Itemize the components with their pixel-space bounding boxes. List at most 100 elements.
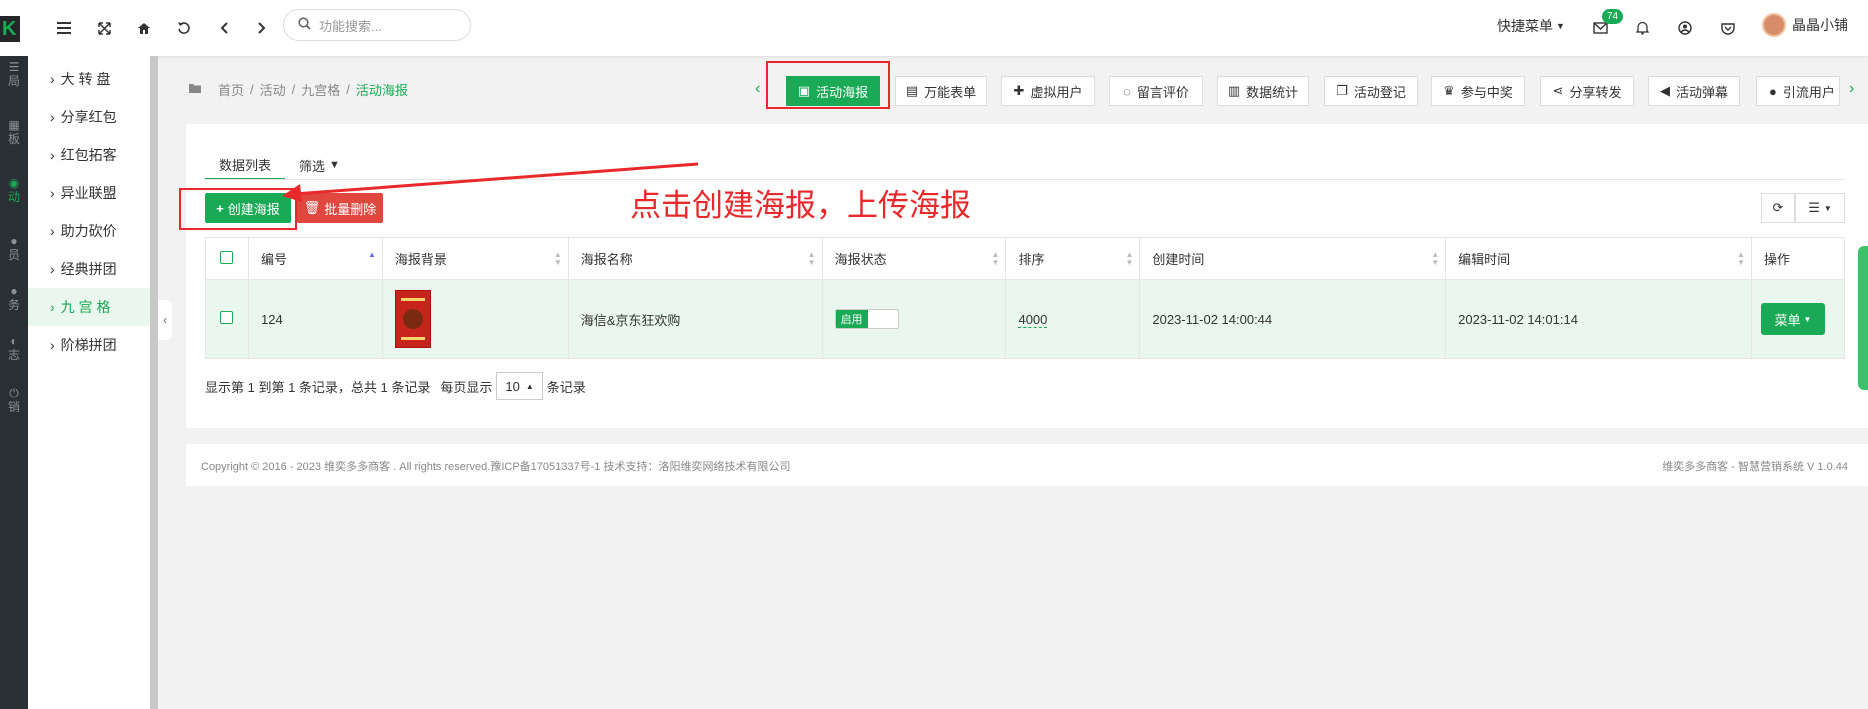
- fullscreen-icon[interactable]: [92, 16, 116, 40]
- hamburger-menu-icon[interactable]: [52, 16, 76, 40]
- sort-asc-icon: ▲: [367, 250, 376, 259]
- sidebar-item-icon: ◐: [10, 334, 18, 348]
- sort-icon: ▲ ▼: [991, 250, 1000, 267]
- submenu-item-bargain[interactable]: › 助力砍价: [28, 212, 158, 250]
- chevron-left-icon: ‹: [163, 313, 167, 327]
- submenu-item-group-buy[interactable]: › 经典拼团: [28, 250, 158, 288]
- submenu-item-ladder-group[interactable]: › 阶梯拼团: [28, 326, 158, 364]
- cell-name: 海信&京东狂欢购: [567, 279, 823, 359]
- column-header-edited[interactable]: 编辑时间 ▲ ▼: [1445, 237, 1752, 280]
- column-header-id[interactable]: 编号 ▲: [247, 237, 383, 280]
- sidebar-item-board[interactable]: ▦ 板: [0, 118, 28, 146]
- breadcrumb: 首页 / 活动 / 九宫格 / 活动海报: [188, 80, 408, 99]
- cell-actions: 菜单 ▼: [1750, 279, 1846, 359]
- submenu-scrollbar[interactable]: [150, 56, 158, 709]
- row-menu-button[interactable]: 菜单 ▼: [1760, 303, 1825, 335]
- breadcrumb-separator: /: [346, 82, 350, 97]
- sidebar-item-service[interactable]: ● 务: [0, 284, 28, 312]
- comments-icon: ◌: [1123, 83, 1131, 99]
- cell-sort: 4000: [1005, 279, 1141, 359]
- side-pull-tab[interactable]: [1858, 246, 1868, 390]
- folder-icon: [188, 82, 202, 97]
- collapse-sidebar-button[interactable]: ‹: [158, 300, 172, 340]
- pocket-icon[interactable]: [1716, 16, 1740, 40]
- table-header-row: 编号 ▲ 海报背景 ▲ ▼ 海报名称 ▲ ▼ 海报状态 ▲ ▼ 排序 ▲ ▼ 创建时间 ▲ ▼ 编辑时…: [205, 237, 1846, 280]
- function-search-input[interactable]: 功能搜索...: [283, 9, 471, 41]
- sidebar-item-icon: ●: [10, 284, 18, 298]
- column-header-created[interactable]: 创建时间 ▲ ▼: [1139, 237, 1447, 280]
- column-header-name[interactable]: 海报名称 ▲ ▼: [567, 237, 823, 280]
- submenu-item-redpack-expand[interactable]: › 红包拓客: [28, 136, 158, 174]
- tab-data-list[interactable]: 数据列表: [205, 150, 286, 180]
- poster-thumbnail[interactable]: [394, 290, 431, 348]
- home-icon[interactable]: [132, 16, 156, 40]
- pagination-summary: 显示第 1 到第 1 条记录，总共 1 条记录: [205, 379, 431, 395]
- columns-toggle-button[interactable]: ☰ ▼: [1795, 193, 1845, 223]
- submenu-item-share-redpack[interactable]: › 分享红包: [28, 98, 158, 136]
- tab-universal-form[interactable]: ▤ 万能表单: [895, 76, 987, 106]
- back-icon[interactable]: [212, 16, 236, 40]
- breadcrumb-separator: /: [250, 82, 254, 97]
- users-icon: ●: [1769, 83, 1777, 99]
- sort-value-editable[interactable]: 4000: [1018, 311, 1048, 328]
- select-all-cell: [205, 237, 249, 280]
- tab-winners[interactable]: ♛ 参与中奖: [1431, 76, 1525, 106]
- caret-down-icon: ▼: [1803, 314, 1812, 324]
- submenu-item-alliance[interactable]: › 异业联盟: [28, 174, 158, 212]
- sidebar-item-icon: ▦: [8, 118, 20, 132]
- column-header-sort[interactable]: 排序 ▲ ▼: [1005, 237, 1141, 280]
- caret-down-icon: ▼: [1823, 203, 1832, 213]
- sidebar-item-marketing[interactable]: ⏻ 销: [0, 386, 28, 414]
- tabs-scroll-left-icon[interactable]: ‹: [755, 80, 760, 98]
- breadcrumb-nine-grid[interactable]: 九宫格: [301, 80, 340, 99]
- activity-submenu: › 大 转 盘 › 分享红包 › 红包拓客 › 异业联盟 › 助力砍价 › 经典拼团 › 九 …: [28, 56, 158, 709]
- sidebar-item-icon: ⏻: [9, 386, 19, 400]
- tab-statistics[interactable]: ▥ 数据统计: [1217, 76, 1309, 106]
- bell-icon[interactable]: [1630, 16, 1654, 40]
- sidebar-item-activity[interactable]: ◉ 动: [0, 176, 28, 204]
- submenu-item-nine-grid[interactable]: › 九 宫 格: [28, 288, 158, 326]
- forward-icon[interactable]: [250, 16, 274, 40]
- quick-menu-dropdown[interactable]: 快捷菜单 ▼: [1497, 16, 1565, 36]
- file-text-icon: ▤: [905, 83, 919, 98]
- caret-up-icon: ▲: [525, 381, 534, 391]
- sidebar-item-layout[interactable]: ☰ 局: [0, 60, 28, 88]
- table-row: 124 海信&京东狂欢购 启用 4000 2023-11-02 14:00:44…: [205, 279, 1846, 359]
- per-page-select[interactable]: 10 ▲: [496, 372, 543, 400]
- chevron-right-icon: ›: [50, 337, 55, 353]
- cell-created: 2023-11-02 14:00:44: [1139, 279, 1447, 359]
- column-header-background[interactable]: 海报背景 ▲ ▼: [381, 237, 569, 280]
- caret-down-icon: ▼: [1556, 21, 1565, 31]
- cell-background: [381, 279, 569, 359]
- primary-sidebar: ☰ 局 ▦ 板 ◉ 动 ● 员 ● 务 ◐ 志 ⏻ 销: [0, 56, 28, 709]
- submenu-item-wheel[interactable]: › 大 转 盘: [28, 60, 158, 98]
- user-profile-menu[interactable]: 晶晶小铺: [1762, 13, 1848, 37]
- tab-comments[interactable]: ◌ 留言评价: [1109, 76, 1203, 106]
- footer-version: 维奕多多商客 - 智慧营销系统 V 1.0.44: [1662, 461, 1848, 473]
- tab-share[interactable]: ⋖ 分享转发: [1540, 76, 1634, 106]
- tab-virtual-users[interactable]: ✚ 虚拟用户: [1001, 76, 1095, 106]
- select-all-checkbox[interactable]: [220, 250, 234, 264]
- column-header-status[interactable]: 海报状态 ▲ ▼: [821, 237, 1007, 280]
- sort-icon: ▲ ▼: [807, 250, 816, 267]
- refresh-icon[interactable]: [172, 16, 196, 40]
- tabs-scroll-right-icon[interactable]: ›: [1849, 80, 1854, 98]
- sidebar-item-log[interactable]: ◐ 志: [0, 334, 28, 362]
- search-placeholder: 功能搜索...: [319, 18, 382, 34]
- breadcrumb-activity[interactable]: 活动: [260, 80, 286, 99]
- copy-icon: ❐: [1336, 83, 1348, 98]
- tab-traffic-users[interactable]: ● 引流用户: [1756, 76, 1840, 106]
- status-toggle[interactable]: 启用: [834, 309, 899, 329]
- per-page-label: 每页显示: [440, 379, 493, 395]
- user-circle-icon[interactable]: [1673, 16, 1697, 40]
- row-checkbox[interactable]: [220, 311, 234, 324]
- page-footer: Copyright © 2016 - 2023 维奕多多商客 . All rig…: [186, 444, 1868, 486]
- sidebar-item-member[interactable]: ● 员: [0, 234, 28, 262]
- tab-registration[interactable]: ❐ 活动登记: [1324, 76, 1418, 106]
- refresh-table-button[interactable]: ⟳: [1761, 193, 1795, 223]
- tab-danmaku[interactable]: ◀ 活动弹幕: [1648, 76, 1740, 106]
- breadcrumb-current: 活动海报: [355, 83, 408, 98]
- refresh-icon: ⟳: [1772, 200, 1784, 215]
- breadcrumb-home[interactable]: 首页: [218, 80, 244, 99]
- annotation-highlight-tab: [766, 61, 890, 109]
